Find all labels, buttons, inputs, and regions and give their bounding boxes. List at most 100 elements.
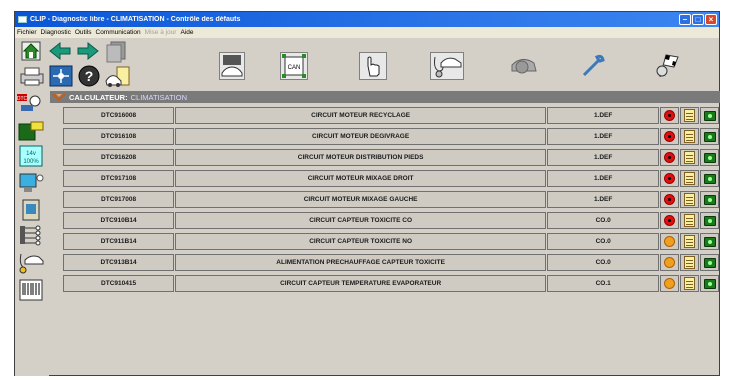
fault-code: DTC910B14 (62, 212, 175, 229)
fault-notes-button[interactable] (680, 275, 700, 292)
fault-description: CIRCUIT MOTEUR DISTRIBUTION PIEDS (175, 149, 546, 166)
fault-notes-button[interactable] (680, 128, 700, 145)
fault-code: DTC913B14 (62, 254, 175, 271)
voltage-14v-icon[interactable]: 14v 100% (17, 145, 45, 167)
calculator-header: CALCULATEUR: CLIMATISATION (50, 91, 720, 103)
notepad-icon (684, 172, 696, 185)
fault-details-button[interactable] (700, 149, 719, 166)
back-arrow-icon[interactable] (49, 41, 71, 61)
svg-text:CAN: CAN (288, 65, 301, 71)
notepad-icon (684, 235, 696, 248)
document-icon[interactable] (17, 199, 45, 221)
left-sidebar: DTC 14v 100% (15, 94, 49, 376)
fault-state-indicator[interactable] (660, 212, 680, 229)
ecu-car-icon[interactable] (219, 52, 245, 80)
fault-state-indicator[interactable] (660, 107, 680, 124)
calculator-value: CLIMATISATION (130, 92, 188, 102)
calculator-icon (52, 93, 66, 102)
forward-arrow-icon[interactable] (77, 41, 99, 61)
network-icon[interactable] (49, 65, 73, 87)
fault-notes-button[interactable] (680, 107, 700, 124)
maximize-button[interactable]: □ (692, 14, 704, 25)
fault-notes-button[interactable] (680, 170, 700, 187)
table-row[interactable]: DTC910415 CIRCUIT CAPTEUR TEMPERATURE EVA… (50, 274, 720, 293)
help-icon[interactable]: ? (77, 65, 101, 87)
camera-icon (703, 194, 716, 205)
menu-communication[interactable]: Communication (96, 29, 141, 36)
fault-notes-button[interactable] (680, 149, 700, 166)
fault-code: DTC910415 (62, 275, 175, 292)
documents-icon[interactable] (105, 41, 127, 63)
fault-details-button[interactable] (700, 128, 719, 145)
fault-notes-button[interactable] (680, 212, 700, 229)
car-gear-icon[interactable] (507, 52, 539, 80)
fault-notes-button[interactable] (680, 233, 700, 250)
wrench-icon[interactable] (578, 52, 608, 80)
table-row[interactable]: DTC916008 CIRCUIT MOTEUR RECYCLAGE 1.DEF (50, 106, 720, 125)
notepad-icon (684, 151, 696, 164)
fault-details-button[interactable] (700, 254, 719, 271)
menu-fichier[interactable]: Fichier (17, 29, 37, 36)
table-row[interactable]: DTC916208 CIRCUIT MOTEUR DISTRIBUTION PIE… (50, 148, 720, 167)
camera-icon (703, 110, 716, 121)
notepad-icon (684, 130, 696, 143)
table-row[interactable]: DTC917108 CIRCUIT MOTEUR MIXAGE DROIT 1.DE… (50, 169, 720, 188)
table-row[interactable]: DTC917008 CIRCUIT MOTEUR MIXAGE GAUCHE 1.D… (50, 190, 720, 209)
fault-code: DTC916108 (62, 128, 175, 145)
main-panel: CALCULATEUR: CLIMATISATION DTC916008 CIRC… (50, 91, 720, 376)
fault-state-indicator[interactable] (660, 149, 680, 166)
barcode-icon[interactable] (17, 279, 45, 301)
fault-description: CIRCUIT MOTEUR MIXAGE DROIT (175, 170, 546, 187)
fault-present-icon (664, 173, 676, 184)
fault-details-button[interactable] (700, 233, 719, 250)
race-flags-icon[interactable] (653, 50, 683, 80)
dtc-icon[interactable]: DTC (17, 92, 45, 114)
fault-state-indicator[interactable] (660, 233, 680, 250)
fault-details-button[interactable] (700, 275, 719, 292)
window-title: CLIP - Diagnostic libre - CLIMATISATION … (30, 16, 241, 23)
menu-diagnostic[interactable]: Diagnostic (41, 29, 71, 36)
car-stethoscope-icon[interactable] (430, 52, 464, 80)
fault-table: DTC916008 CIRCUIT MOTEUR RECYCLAGE 1.DEF DT… (50, 106, 720, 293)
notepad-icon (684, 277, 696, 290)
fault-details-button[interactable] (700, 191, 719, 208)
fault-details-button[interactable] (700, 170, 719, 187)
fault-details-button[interactable] (700, 212, 719, 229)
fault-status: CO.1 (546, 275, 660, 292)
menu-outils[interactable]: Outils (75, 29, 92, 36)
fault-description: CIRCUIT MOTEUR DEGIVRAGE (175, 128, 546, 145)
fault-present-icon (664, 131, 676, 142)
car-diagnostic-icon[interactable] (17, 252, 45, 274)
hand-pointer-icon[interactable] (359, 52, 387, 80)
fault-state-indicator[interactable] (660, 254, 680, 271)
menu-mise-a-jour: Mise à jour (144, 29, 177, 36)
close-button[interactable]: × (705, 14, 717, 25)
home-icon[interactable] (21, 41, 41, 61)
svg-text:100%: 100% (23, 159, 39, 165)
table-row[interactable]: DTC916108 CIRCUIT MOTEUR DEGIVRAGE 1.DEF (50, 127, 720, 146)
car-doc-icon[interactable] (105, 65, 131, 89)
fault-present-icon (664, 194, 676, 205)
dtc-ecu-icon[interactable] (17, 120, 45, 142)
fault-state-indicator[interactable] (660, 191, 680, 208)
fault-details-button[interactable] (700, 107, 719, 124)
tree-icon[interactable] (17, 224, 45, 246)
fault-notes-button[interactable] (680, 254, 700, 271)
printer-icon[interactable] (19, 66, 45, 86)
fault-state-indicator[interactable] (660, 170, 680, 187)
fault-state-indicator[interactable] (660, 128, 680, 145)
table-row[interactable]: DTC910B14 CIRCUIT CAPTEUR TOXICITE CO CO.0 (50, 211, 720, 230)
menu-bar: Fichier Diagnostic Outils Communication … (15, 27, 719, 38)
table-row[interactable]: DTC913B14 ALIMENTATION PRECHAUFFAGE CAPTE… (50, 253, 720, 272)
fault-description: CIRCUIT CAPTEUR TOXICITE CO (175, 212, 546, 229)
fault-notes-button[interactable] (680, 191, 700, 208)
camera-icon (703, 278, 716, 289)
fault-state-indicator[interactable] (660, 275, 680, 292)
minimize-button[interactable]: – (679, 14, 691, 25)
computer-icon[interactable] (17, 172, 45, 194)
notepad-icon (684, 214, 696, 227)
can-bus-icon[interactable]: CAN (280, 52, 308, 80)
calculator-label: CALCULATEUR: (69, 92, 128, 102)
menu-aide[interactable]: Aide (180, 29, 193, 36)
table-row[interactable]: DTC911B14 CIRCUIT CAPTEUR TOXICITE NO CO.0 (50, 232, 720, 251)
